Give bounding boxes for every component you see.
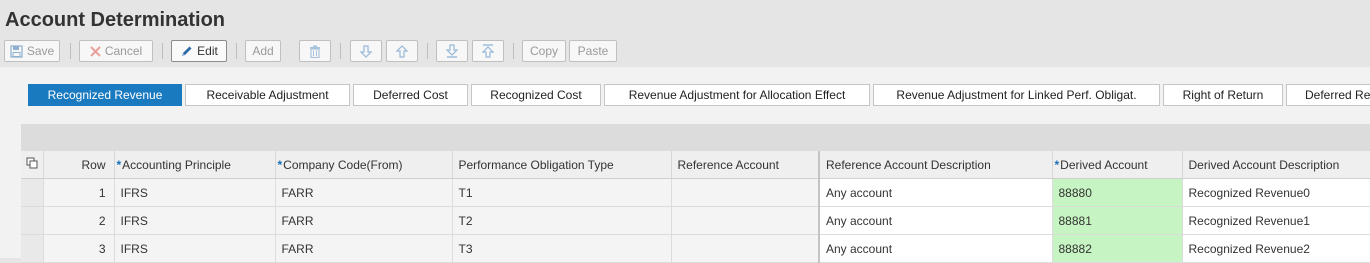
toolbar-separator xyxy=(513,43,514,59)
floppy-disk-icon xyxy=(10,44,23,58)
save-button[interactable]: Save xyxy=(4,40,60,62)
row-number: 1 xyxy=(43,178,115,207)
column-label: Accounting Principle xyxy=(122,157,231,172)
copy-button[interactable]: Copy xyxy=(522,40,566,62)
derived-account-description-cell[interactable]: Recognized Revenue0 xyxy=(1182,178,1370,207)
cancel-label: Cancel xyxy=(104,44,143,58)
copy-label: Copy xyxy=(529,44,558,58)
arrow-to-bottom-icon xyxy=(446,44,458,58)
toolbar-separator xyxy=(236,43,237,59)
select-all-cell[interactable] xyxy=(21,151,44,179)
derived-account-cell[interactable]: 88882 xyxy=(1052,234,1183,263)
row-number: 2 xyxy=(43,206,115,235)
reference-account-cell[interactable] xyxy=(671,178,820,207)
reference-account-description-cell[interactable]: Any account xyxy=(819,234,1053,263)
required-marker: * xyxy=(1054,157,1060,172)
table-row[interactable]: 2 IFRS FARR T2 Any account 88881 Recogni… xyxy=(21,206,1370,235)
column-header-company-code[interactable]: *Company Code(From) xyxy=(275,151,453,179)
tab-right-of-return[interactable]: Right of Return xyxy=(1163,84,1283,106)
cancel-button[interactable]: Cancel xyxy=(79,40,153,62)
required-marker: * xyxy=(116,157,122,172)
column-label: Derived Account xyxy=(1060,157,1148,172)
reference-account-description-cell[interactable]: Any account xyxy=(819,206,1053,235)
row-selector[interactable] xyxy=(21,178,44,207)
row-selector[interactable] xyxy=(21,234,44,263)
accounting-principle-cell[interactable]: IFRS xyxy=(114,234,276,263)
move-down-button[interactable] xyxy=(350,40,382,62)
toolbar: Save Cancel Edit Add Copy Paste xyxy=(0,37,1370,67)
column-label: Company Code(From) xyxy=(283,157,403,172)
table-toolbar xyxy=(21,124,1370,151)
trash-icon xyxy=(309,45,321,58)
column-header-reference-account-description[interactable]: Reference Account Description xyxy=(819,151,1053,179)
row-number: 3 xyxy=(43,234,115,263)
toolbar-separator xyxy=(340,43,341,59)
tab-deferred-revenue[interactable]: Deferred Re xyxy=(1286,84,1370,106)
paste-label: Paste xyxy=(577,44,609,58)
reference-account-description-cell[interactable]: Any account xyxy=(819,178,1053,207)
x-icon xyxy=(90,45,101,57)
add-button[interactable]: Add xyxy=(245,40,281,62)
tab-recognized-cost[interactable]: Recognized Cost xyxy=(471,84,601,106)
page-title: Account Determination xyxy=(5,9,226,31)
move-bottom-button[interactable] xyxy=(436,40,468,62)
title-bar: Account Determination xyxy=(0,0,1370,37)
row-selector[interactable] xyxy=(21,206,44,235)
delete-button[interactable] xyxy=(299,40,331,62)
accounting-principle-cell[interactable]: IFRS xyxy=(114,206,276,235)
derived-account-cell[interactable]: 88880 xyxy=(1052,178,1183,207)
derived-account-description-cell[interactable]: Recognized Revenue2 xyxy=(1182,234,1370,263)
reference-account-cell[interactable] xyxy=(671,206,820,235)
column-header-reference-account[interactable]: Reference Account xyxy=(671,151,820,179)
required-marker: * xyxy=(277,157,283,172)
column-header-derived-account[interactable]: *Derived Account xyxy=(1052,151,1183,179)
company-code-cell[interactable]: FARR xyxy=(275,206,453,235)
move-up-button[interactable] xyxy=(386,40,418,62)
column-header-accounting-principle[interactable]: *Accounting Principle xyxy=(114,151,276,179)
toolbar-separator xyxy=(162,43,163,59)
add-label: Add xyxy=(252,44,274,58)
tab-recognized-revenue[interactable]: Recognized Revenue xyxy=(28,84,182,106)
move-top-button[interactable] xyxy=(472,40,504,62)
company-code-cell[interactable]: FARR xyxy=(275,178,453,207)
tab-revenue-adjustment-allocation[interactable]: Revenue Adjustment for Allocation Effect xyxy=(604,84,870,106)
table-header-row: Row *Accounting Principle *Company Code(… xyxy=(21,151,1370,179)
arrow-up-icon xyxy=(396,44,408,58)
column-header-derived-account-description[interactable]: Derived Account Description xyxy=(1182,151,1370,179)
edit-label: Edit xyxy=(197,44,218,58)
derived-account-description-cell[interactable]: Recognized Revenue1 xyxy=(1182,206,1370,235)
arrow-to-top-icon xyxy=(482,44,494,58)
pencil-icon xyxy=(180,45,193,58)
tab-receivable-adjustment[interactable]: Receivable Adjustment xyxy=(185,84,350,106)
toolbar-separator xyxy=(427,43,428,59)
save-label: Save xyxy=(26,44,55,58)
table-row[interactable]: 1 IFRS FARR T1 Any account 88880 Recogni… xyxy=(21,178,1370,207)
pob-type-cell[interactable]: T3 xyxy=(452,234,672,263)
tab-revenue-adjustment-linked[interactable]: Revenue Adjustment for Linked Perf. Obli… xyxy=(873,84,1160,106)
column-header-pob-type[interactable]: Performance Obligation Type xyxy=(452,151,672,179)
arrow-down-icon xyxy=(360,44,372,58)
accounting-principle-cell[interactable]: IFRS xyxy=(114,178,276,207)
column-header-row[interactable]: Row xyxy=(43,151,115,179)
derived-account-cell[interactable]: 88881 xyxy=(1052,206,1183,235)
edit-button[interactable]: Edit xyxy=(171,40,227,62)
table-row[interactable]: 3 IFRS FARR T3 Any account 88882 Recogni… xyxy=(21,234,1370,263)
pob-type-cell[interactable]: T1 xyxy=(452,178,672,207)
tab-deferred-cost[interactable]: Deferred Cost xyxy=(353,84,468,106)
account-table: Row *Accounting Principle *Company Code(… xyxy=(21,151,1370,263)
paste-button[interactable]: Paste xyxy=(569,40,617,62)
select-all-icon[interactable] xyxy=(26,157,38,169)
toolbar-separator xyxy=(70,43,71,59)
company-code-cell[interactable]: FARR xyxy=(275,234,453,263)
pob-type-cell[interactable]: T2 xyxy=(452,206,672,235)
reference-account-cell[interactable] xyxy=(671,234,820,263)
